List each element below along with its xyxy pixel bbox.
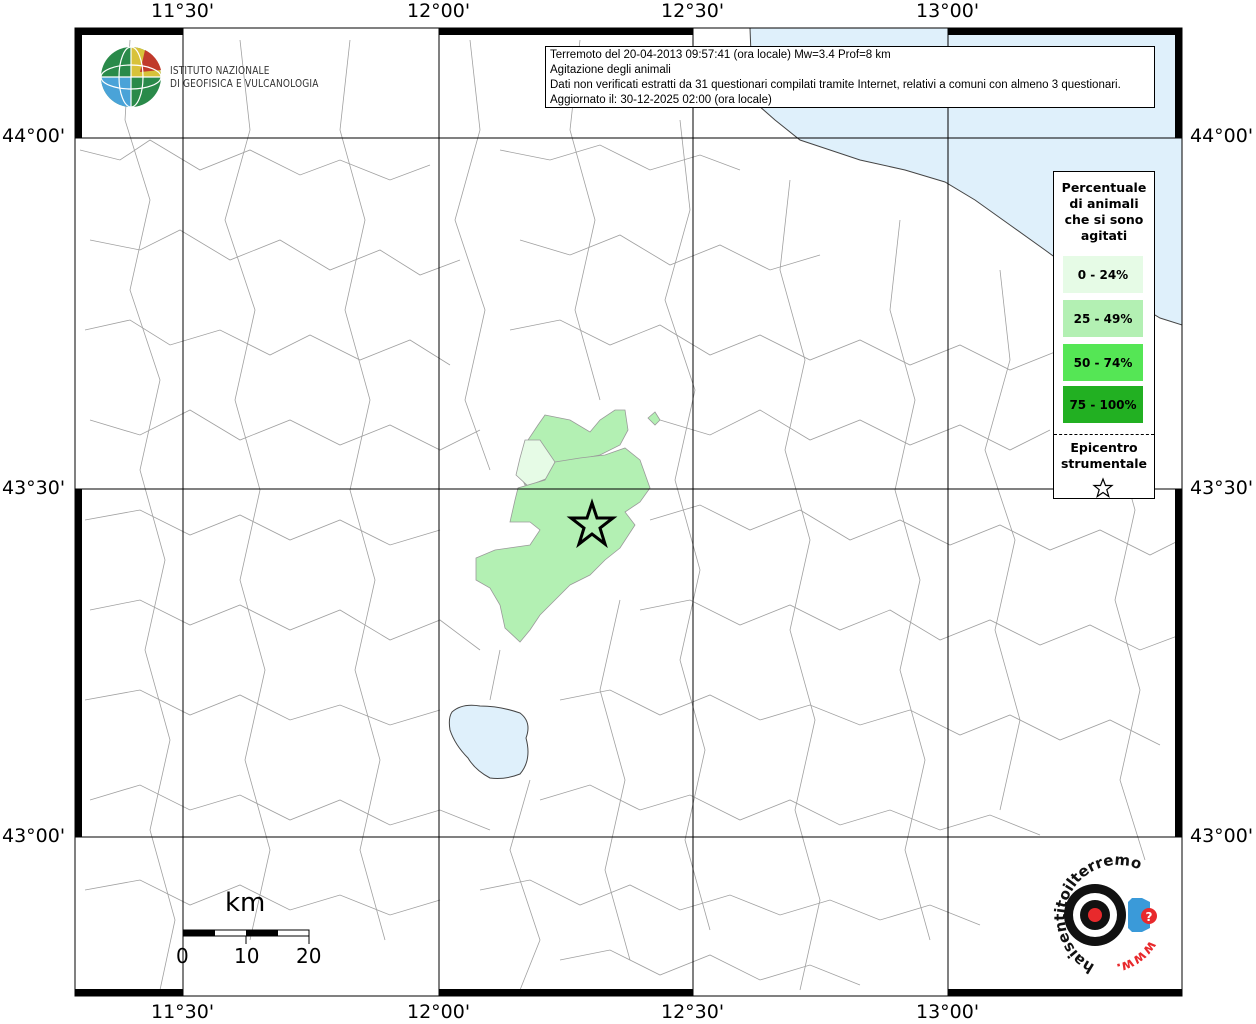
legend-epicenter-label: Epicentro strumentale xyxy=(1054,440,1154,472)
lon-label-bottom: 12°00' xyxy=(407,1001,471,1023)
logo-line1: ISTITUTO NAZIONALE xyxy=(170,64,270,77)
ingv-logo-icon xyxy=(100,46,162,108)
lat-label-left: 43°30' xyxy=(2,477,66,499)
lon-label-bottom: 11°30' xyxy=(151,1001,215,1023)
legend-swatch-label: 25 - 49% xyxy=(1073,311,1133,326)
legend-title-line: agitati xyxy=(1080,228,1128,243)
legend-divider xyxy=(1054,434,1154,435)
lon-label-bottom: 13°00' xyxy=(916,1001,980,1023)
legend-title-line: di animali xyxy=(1069,196,1139,211)
lon-label-bottom: 12°30' xyxy=(661,1001,725,1023)
map-canvas: ? xyxy=(74,27,1183,997)
event-info-box: Terremoto del 20-04-2013 09:57:41 (ora l… xyxy=(545,46,1155,108)
lon-label-top: 12°30' xyxy=(661,0,725,22)
scale-tick-label: 20 xyxy=(296,944,322,968)
lon-label-top: 11°30' xyxy=(151,0,215,22)
legend-swatch-0-24: 0 - 24% xyxy=(1063,256,1143,293)
legend-title: Percentuale di animali che si sono agita… xyxy=(1054,180,1154,244)
lat-label-left: 43°00' xyxy=(2,825,66,847)
legend-swatch-75-100: 75 - 100% xyxy=(1063,386,1143,423)
scale-tick-label: 10 xyxy=(234,944,260,968)
lat-label-left: 44°00' xyxy=(2,125,66,147)
legend-swatch-25-49: 25 - 49% xyxy=(1063,300,1143,337)
event-info-line3: Dati non verificati estratti da 31 quest… xyxy=(550,79,1121,91)
legend-swatch-50-74: 50 - 74% xyxy=(1063,344,1143,381)
event-info-line2: Agitazione degli animali xyxy=(550,64,671,76)
legend-star-icon xyxy=(1092,477,1114,498)
lon-label-top: 12°00' xyxy=(407,0,471,22)
lat-label-right: 43°00' xyxy=(1190,825,1254,847)
legend-epicenter-line1: Epicentro xyxy=(1070,440,1138,455)
legend-swatch-label: 50 - 74% xyxy=(1073,355,1133,370)
legend-epicenter-line2: strumentale xyxy=(1060,456,1148,471)
legend-swatch-label: 75 - 100% xyxy=(1069,397,1137,412)
logo-line2: DI GEOFISICA E VULCANOLOGIA xyxy=(170,77,319,90)
legend: Percentuale di animali che si sono agita… xyxy=(1053,171,1155,499)
lat-label-right: 44°00' xyxy=(1190,125,1254,147)
svg-text:?: ? xyxy=(1146,910,1153,924)
legend-title-line: che si sono xyxy=(1064,212,1144,227)
ingv-logo-text: ISTITUTO NAZIONALE DI GEOFISICA E VULCAN… xyxy=(170,64,319,90)
lat-label-right: 43°30' xyxy=(1190,477,1254,499)
legend-swatch-label: 0 - 24% xyxy=(1077,267,1129,282)
event-info-line1: Terremoto del 20-04-2013 09:57:41 (ora l… xyxy=(550,49,891,61)
event-info-line4: Aggiornato il: 30-12-2025 02:00 (ora loc… xyxy=(550,94,772,106)
scale-tick-label: 0 xyxy=(176,944,189,968)
lon-label-top: 13°00' xyxy=(916,0,980,22)
legend-title-line: Percentuale xyxy=(1061,180,1147,195)
scale-unit-label: km xyxy=(225,888,266,918)
